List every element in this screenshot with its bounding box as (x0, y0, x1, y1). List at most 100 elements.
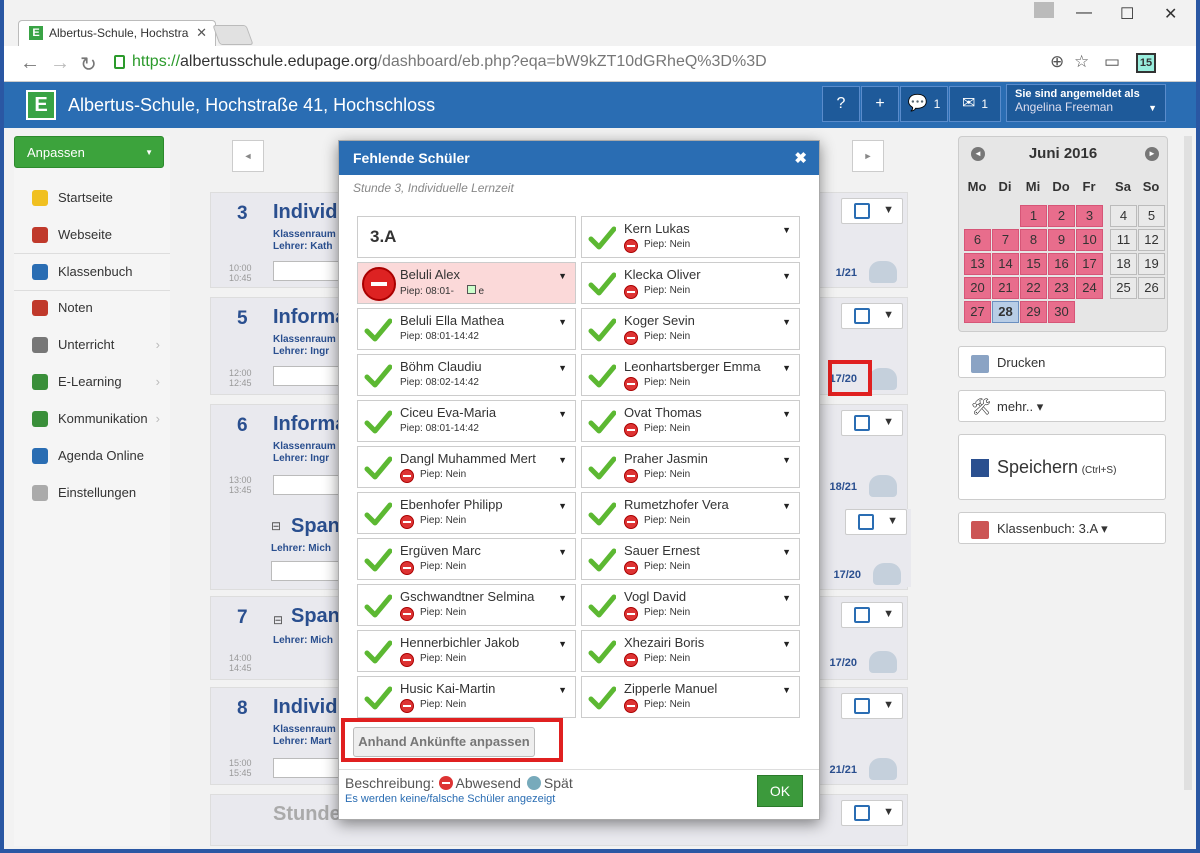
more-button[interactable]: 🛠 mehr.. ▾ (958, 390, 1166, 422)
student-cell[interactable]: Ciceu Eva-Maria Piep: 08:01-14:42 ▼ (357, 400, 576, 442)
chevron-down-icon[interactable]: ▼ (782, 547, 791, 557)
chevron-down-icon[interactable]: ▼ (782, 685, 791, 695)
page-scrollbar[interactable] (1184, 136, 1192, 790)
collapse-icon[interactable]: ⊟ (271, 519, 281, 533)
calendar-day[interactable]: 12 (1138, 229, 1165, 251)
present-check-icon[interactable] (588, 316, 616, 344)
profile-icon[interactable] (1034, 2, 1054, 18)
extension-icon[interactable]: 15 (1136, 53, 1156, 73)
student-cell[interactable]: Dangl Muhammed Mert Piep: Nein ▼ (357, 446, 576, 488)
student-cell[interactable]: Xhezairi Boris Piep: Nein ▼ (581, 630, 800, 672)
present-check-icon[interactable] (588, 684, 616, 712)
students-icon[interactable] (869, 651, 897, 673)
calendar-day[interactable]: 9 (1048, 229, 1075, 251)
sidebar-item-einstellungen[interactable]: Einstellungen (14, 475, 170, 511)
calendar-day[interactable]: 11 (1110, 229, 1137, 251)
attendance-count[interactable]: 1/21 (836, 267, 857, 279)
chevron-down-icon[interactable]: ▼ (558, 455, 567, 465)
present-check-icon[interactable] (364, 362, 392, 390)
calendar-day[interactable]: 7 (992, 229, 1019, 251)
attendance-count[interactable]: 18/21 (829, 481, 857, 493)
lesson-name[interactable]: Informa (273, 413, 346, 436)
prev-day-button[interactable]: ◄ (232, 140, 264, 172)
student-cell[interactable]: Beluli Alex Piep: 08:01- e ▼ (357, 262, 576, 304)
bookmark-star-icon[interactable]: ☆ (1074, 52, 1089, 72)
calendar-day[interactable]: 18 (1110, 253, 1137, 275)
new-tab-button[interactable] (212, 25, 254, 45)
sidebar-item-unterricht[interactable]: Unterricht › (14, 327, 170, 363)
student-cell[interactable]: Zipperle Manuel Piep: Nein ▼ (581, 676, 800, 718)
calendar-day[interactable]: 21 (992, 277, 1019, 299)
students-icon[interactable] (873, 563, 901, 585)
sidebar-item-elearning[interactable]: E-Learning › (14, 364, 170, 400)
lesson-edit-button[interactable]: ▼ (841, 602, 903, 628)
student-cell[interactable]: Kern Lukas Piep: Nein ▼ (581, 216, 800, 258)
sidebar-item-kommunikation[interactable]: Kommunikation › (14, 401, 170, 437)
anpassen-button[interactable]: Anpassen ▼ (14, 136, 164, 168)
chevron-down-icon[interactable]: ▼ (782, 593, 791, 603)
student-cell[interactable]: Beluli Ella Mathea Piep: 08:01-14:42 ▼ (357, 308, 576, 350)
student-cell[interactable]: Koger Sevin Piep: Nein ▼ (581, 308, 800, 350)
calendar-day[interactable]: 22 (1020, 277, 1047, 299)
calendar-day[interactable]: 30 (1048, 301, 1075, 323)
collapse-icon[interactable]: ⊟ (273, 613, 283, 627)
lesson-name[interactable]: Informa (273, 306, 346, 329)
tab-close-icon[interactable]: ✕ (196, 25, 207, 41)
mail-button[interactable]: ✉ 1 (949, 86, 1001, 122)
calendar-day[interactable]: 20 (964, 277, 991, 299)
student-cell[interactable]: Sauer Ernest Piep: Nein ▼ (581, 538, 800, 580)
messages-button[interactable]: 💬 1 (900, 86, 948, 122)
help-button[interactable]: ? (822, 86, 860, 122)
sidebar-item-startseite[interactable]: Startseite (14, 180, 170, 216)
absent-icon[interactable] (362, 267, 396, 301)
sidebar-item-klassenbuch[interactable]: Klassenbuch (14, 254, 170, 290)
present-check-icon[interactable] (364, 454, 392, 482)
chevron-down-icon[interactable]: ▼ (782, 639, 791, 649)
chevron-down-icon[interactable]: ▼ (782, 501, 791, 511)
chevron-down-icon[interactable]: ▼ (558, 547, 567, 557)
close-window-icon[interactable]: ✕ (1164, 4, 1177, 24)
present-check-icon[interactable] (364, 316, 392, 344)
students-icon[interactable] (869, 758, 897, 780)
lesson-edit-button[interactable]: ▼ (841, 198, 903, 224)
calendar-day[interactable]: 6 (964, 229, 991, 251)
chevron-down-icon[interactable]: ▼ (782, 225, 791, 235)
next-day-button[interactable]: ► (852, 140, 884, 172)
chevron-down-icon[interactable]: ▼ (782, 409, 791, 419)
lesson-name[interactable]: Span (291, 605, 340, 628)
student-cell[interactable]: Böhm Claudiu Piep: 08:02-14:42 ▼ (357, 354, 576, 396)
present-check-icon[interactable] (588, 638, 616, 666)
lesson-name[interactable]: Span (291, 515, 340, 538)
students-icon[interactable] (869, 368, 897, 390)
klassenbuch-button[interactable]: Klassenbuch: 3.A ▾ (958, 512, 1166, 544)
chevron-down-icon[interactable]: ▼ (558, 409, 567, 419)
calendar-day[interactable]: 14 (992, 253, 1019, 275)
chevron-down-icon[interactable]: ▼ (558, 363, 567, 373)
attendance-count[interactable]: 17/20 (829, 657, 857, 669)
chevron-down-icon[interactable]: ▼ (558, 593, 567, 603)
ok-button[interactable]: OK (757, 775, 803, 807)
present-check-icon[interactable] (364, 684, 392, 712)
checkbox-icon[interactable] (466, 285, 476, 294)
calendar-day[interactable]: 5 (1138, 205, 1165, 227)
present-check-icon[interactable] (364, 500, 392, 528)
user-menu[interactable]: Sie sind angemeldet als Angelina Freeman… (1006, 84, 1166, 122)
chevron-down-icon[interactable]: ▼ (782, 317, 791, 327)
student-cell[interactable]: Ebenhofer Philipp Piep: Nein ▼ (357, 492, 576, 534)
calendar-day[interactable]: 13 (964, 253, 991, 275)
present-check-icon[interactable] (364, 638, 392, 666)
present-check-icon[interactable] (588, 500, 616, 528)
student-cell[interactable]: Ergüven Marc Piep: Nein ▼ (357, 538, 576, 580)
present-check-icon[interactable] (588, 270, 616, 298)
sidebar-item-agenda[interactable]: Agenda Online (14, 438, 170, 474)
student-cell[interactable]: Ovat Thomas Piep: Nein ▼ (581, 400, 800, 442)
present-check-icon[interactable] (588, 546, 616, 574)
calendar-day[interactable]: 29 (1020, 301, 1047, 323)
student-cell[interactable]: Rumetzhofer Vera Piep: Nein ▼ (581, 492, 800, 534)
present-check-icon[interactable] (364, 546, 392, 574)
close-icon[interactable]: ✖ (794, 149, 807, 167)
calendar-day[interactable]: 19 (1138, 253, 1165, 275)
calendar-day[interactable]: 25 (1110, 277, 1137, 299)
student-cell[interactable]: Husic Kai-Martin Piep: Nein ▼ (357, 676, 576, 718)
calendar-day[interactable]: 28 (992, 301, 1019, 323)
